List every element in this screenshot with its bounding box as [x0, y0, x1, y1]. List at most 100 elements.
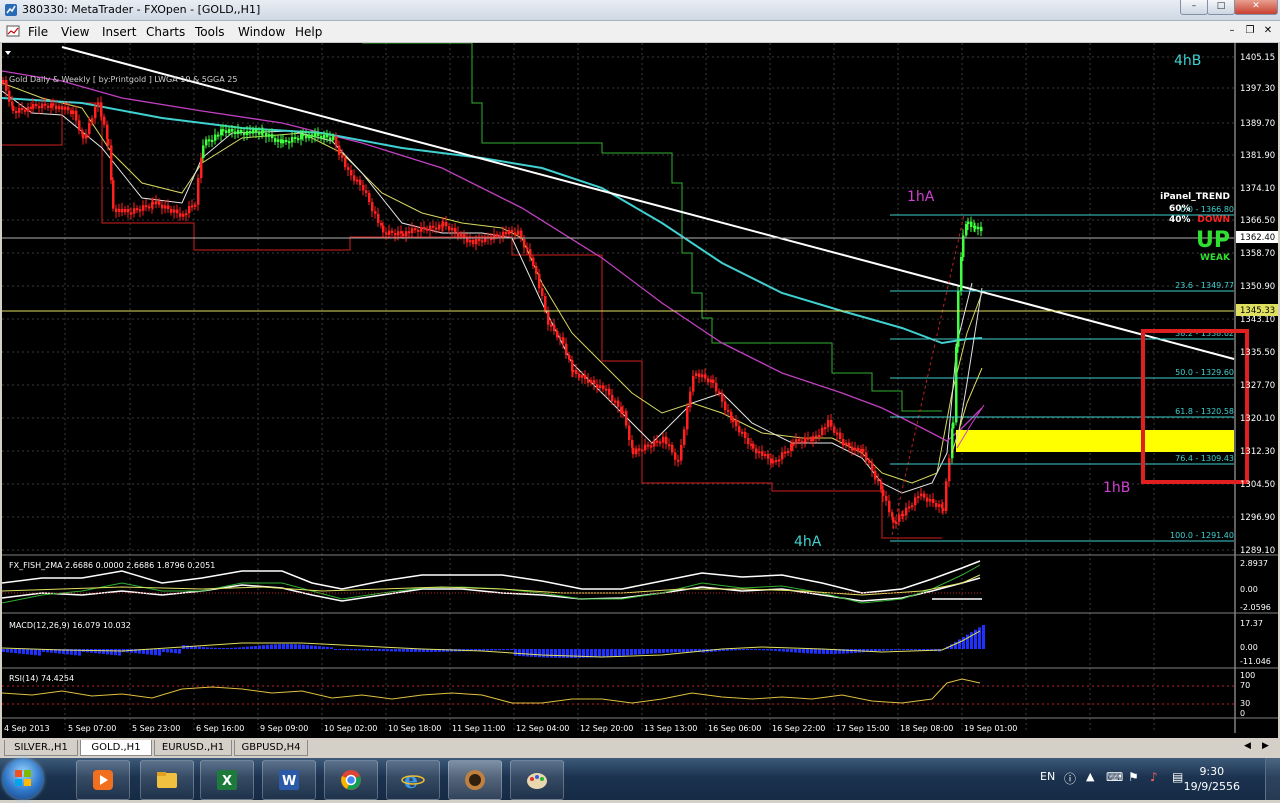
- macd-bar: [394, 649, 397, 652]
- close-button[interactable]: ✕: [1234, 0, 1278, 15]
- candle-body: [952, 422, 955, 429]
- taskbar-paint[interactable]: [510, 760, 564, 800]
- keyboard-icon[interactable]: ⌨: [1106, 770, 1123, 784]
- menu-insert[interactable]: Insert: [102, 25, 136, 39]
- macd-bar: [214, 647, 217, 649]
- menu-help[interactable]: Help: [295, 25, 322, 39]
- macd-bar: [150, 649, 153, 655]
- tab-eurusd[interactable]: EURUSD.,H1: [154, 740, 232, 756]
- chart-window[interactable]: 0.0 - 1366.80 23.6 - 1349.77 38.2 - 1338…: [2, 43, 1278, 738]
- candle-body: [798, 439, 801, 442]
- candle-body: [405, 231, 408, 236]
- candle-body: [668, 444, 671, 447]
- candle-body: [568, 355, 571, 360]
- price-tick: 1389.70: [1240, 119, 1275, 129]
- candle-body: [625, 411, 628, 426]
- macd-bar: [730, 649, 733, 651]
- menu-charts[interactable]: Charts: [146, 25, 185, 39]
- fib-label-76: 76.4 - 1309.43: [1175, 454, 1234, 463]
- candle-body: [732, 420, 735, 422]
- menu-tools[interactable]: Tools: [195, 25, 225, 39]
- menu-file[interactable]: File: [28, 25, 48, 39]
- mdi-close-button[interactable]: ✕: [1260, 24, 1276, 38]
- candle-body: [274, 138, 277, 142]
- macd-bar: [202, 647, 205, 649]
- svg-text:X: X: [222, 774, 232, 789]
- tab-gbpusd[interactable]: GBPUSD,H4: [234, 740, 308, 756]
- maximize-button[interactable]: □: [1207, 0, 1235, 15]
- candle-body: [262, 130, 265, 133]
- show-hidden-icons-icon[interactable]: ▲: [1086, 770, 1094, 783]
- tab-scroll-right-icon[interactable]: ▶: [1262, 741, 1269, 751]
- candle-body: [234, 131, 237, 134]
- menu-window[interactable]: Window: [238, 25, 285, 39]
- macd-bar: [770, 649, 773, 651]
- macd-bar: [482, 649, 485, 651]
- tab-scroll-left-icon[interactable]: ◀: [1244, 741, 1251, 751]
- tab-silver[interactable]: SILVER.,H1: [4, 740, 78, 756]
- media-player-icon: [93, 770, 113, 790]
- fib-label-100: 100.0 - 1291.40: [1170, 531, 1234, 540]
- macd-bar: [818, 649, 821, 654]
- macd-bar: [238, 647, 241, 649]
- language-indicator[interactable]: EN: [1040, 770, 1055, 783]
- candle-body: [792, 443, 795, 446]
- taskbar-internet-explorer[interactable]: e: [386, 760, 440, 800]
- macd-bar: [362, 649, 365, 651]
- mdi-minimize-button[interactable]: –: [1224, 24, 1240, 38]
- downtrend-line: [61, 46, 1235, 360]
- macd-bar: [278, 644, 281, 649]
- menu-view[interactable]: View: [61, 25, 89, 39]
- taskbar-chrome[interactable]: [324, 760, 378, 800]
- macd-bar: [414, 649, 417, 652]
- start-button[interactable]: [3, 759, 43, 799]
- help-icon[interactable]: ⓘ: [1064, 770, 1076, 787]
- candle-body: [920, 493, 923, 497]
- candle-body: [191, 205, 194, 208]
- candle-body: [848, 442, 851, 447]
- chart-shift-marker-icon[interactable]: [5, 51, 11, 55]
- macd-bar: [534, 649, 537, 658]
- network-icon[interactable]: ▤: [1172, 770, 1183, 784]
- metatrader-icon: [465, 770, 485, 790]
- candle-body: [142, 205, 145, 211]
- macd-bar: [94, 649, 97, 654]
- taskbar-excel[interactable]: X: [200, 760, 254, 800]
- candle-body: [432, 225, 435, 228]
- time-axis: 4 Sep 2013 5 Sep 07:00 5 Sep 23:00 6 Sep…: [4, 724, 1017, 733]
- price-tick: 1296.90: [1240, 513, 1275, 523]
- minimize-button[interactable]: –: [1180, 0, 1208, 15]
- taskbar-explorer[interactable]: [140, 760, 194, 800]
- macd-bar: [402, 649, 405, 652]
- action-center-flag-icon[interactable]: ⚑: [1128, 770, 1139, 784]
- macd-histogram: [2, 625, 985, 658]
- candle-body: [529, 249, 532, 258]
- candle-body: [107, 139, 110, 146]
- candle-body: [980, 226, 983, 232]
- candle-body: [885, 496, 888, 501]
- macd-bar: [878, 649, 881, 652]
- candle-body: [830, 420, 833, 427]
- candle-body: [67, 106, 70, 111]
- time-tick: 6 Sep 16:00: [196, 724, 244, 733]
- candle-body: [152, 202, 155, 205]
- show-desktop-button[interactable]: [1265, 758, 1280, 800]
- candle-body: [553, 324, 556, 331]
- volume-muted-icon[interactable]: ♪: [1150, 770, 1158, 784]
- taskbar-word[interactable]: W: [262, 760, 316, 800]
- macd-bar: [750, 649, 753, 651]
- price-chart[interactable]: 0.0 - 1366.80 23.6 - 1349.77 38.2 - 1338…: [2, 43, 1278, 738]
- candle-body: [559, 337, 562, 340]
- macd-bar: [498, 649, 501, 651]
- mdi-restore-button[interactable]: ❐: [1242, 24, 1258, 38]
- macd-bar: [570, 649, 573, 658]
- taskbar-metatrader[interactable]: [448, 760, 502, 800]
- candle-body: [15, 111, 18, 113]
- candle-body: [535, 266, 538, 274]
- macd-bar: [390, 649, 393, 652]
- tab-gold[interactable]: GOLD.,H1: [80, 740, 152, 756]
- macd-bar: [38, 649, 41, 656]
- macd-bar: [654, 649, 657, 654]
- system-clock[interactable]: 9:30 19/9/2556: [1184, 764, 1240, 794]
- taskbar-media-player[interactable]: [76, 760, 130, 800]
